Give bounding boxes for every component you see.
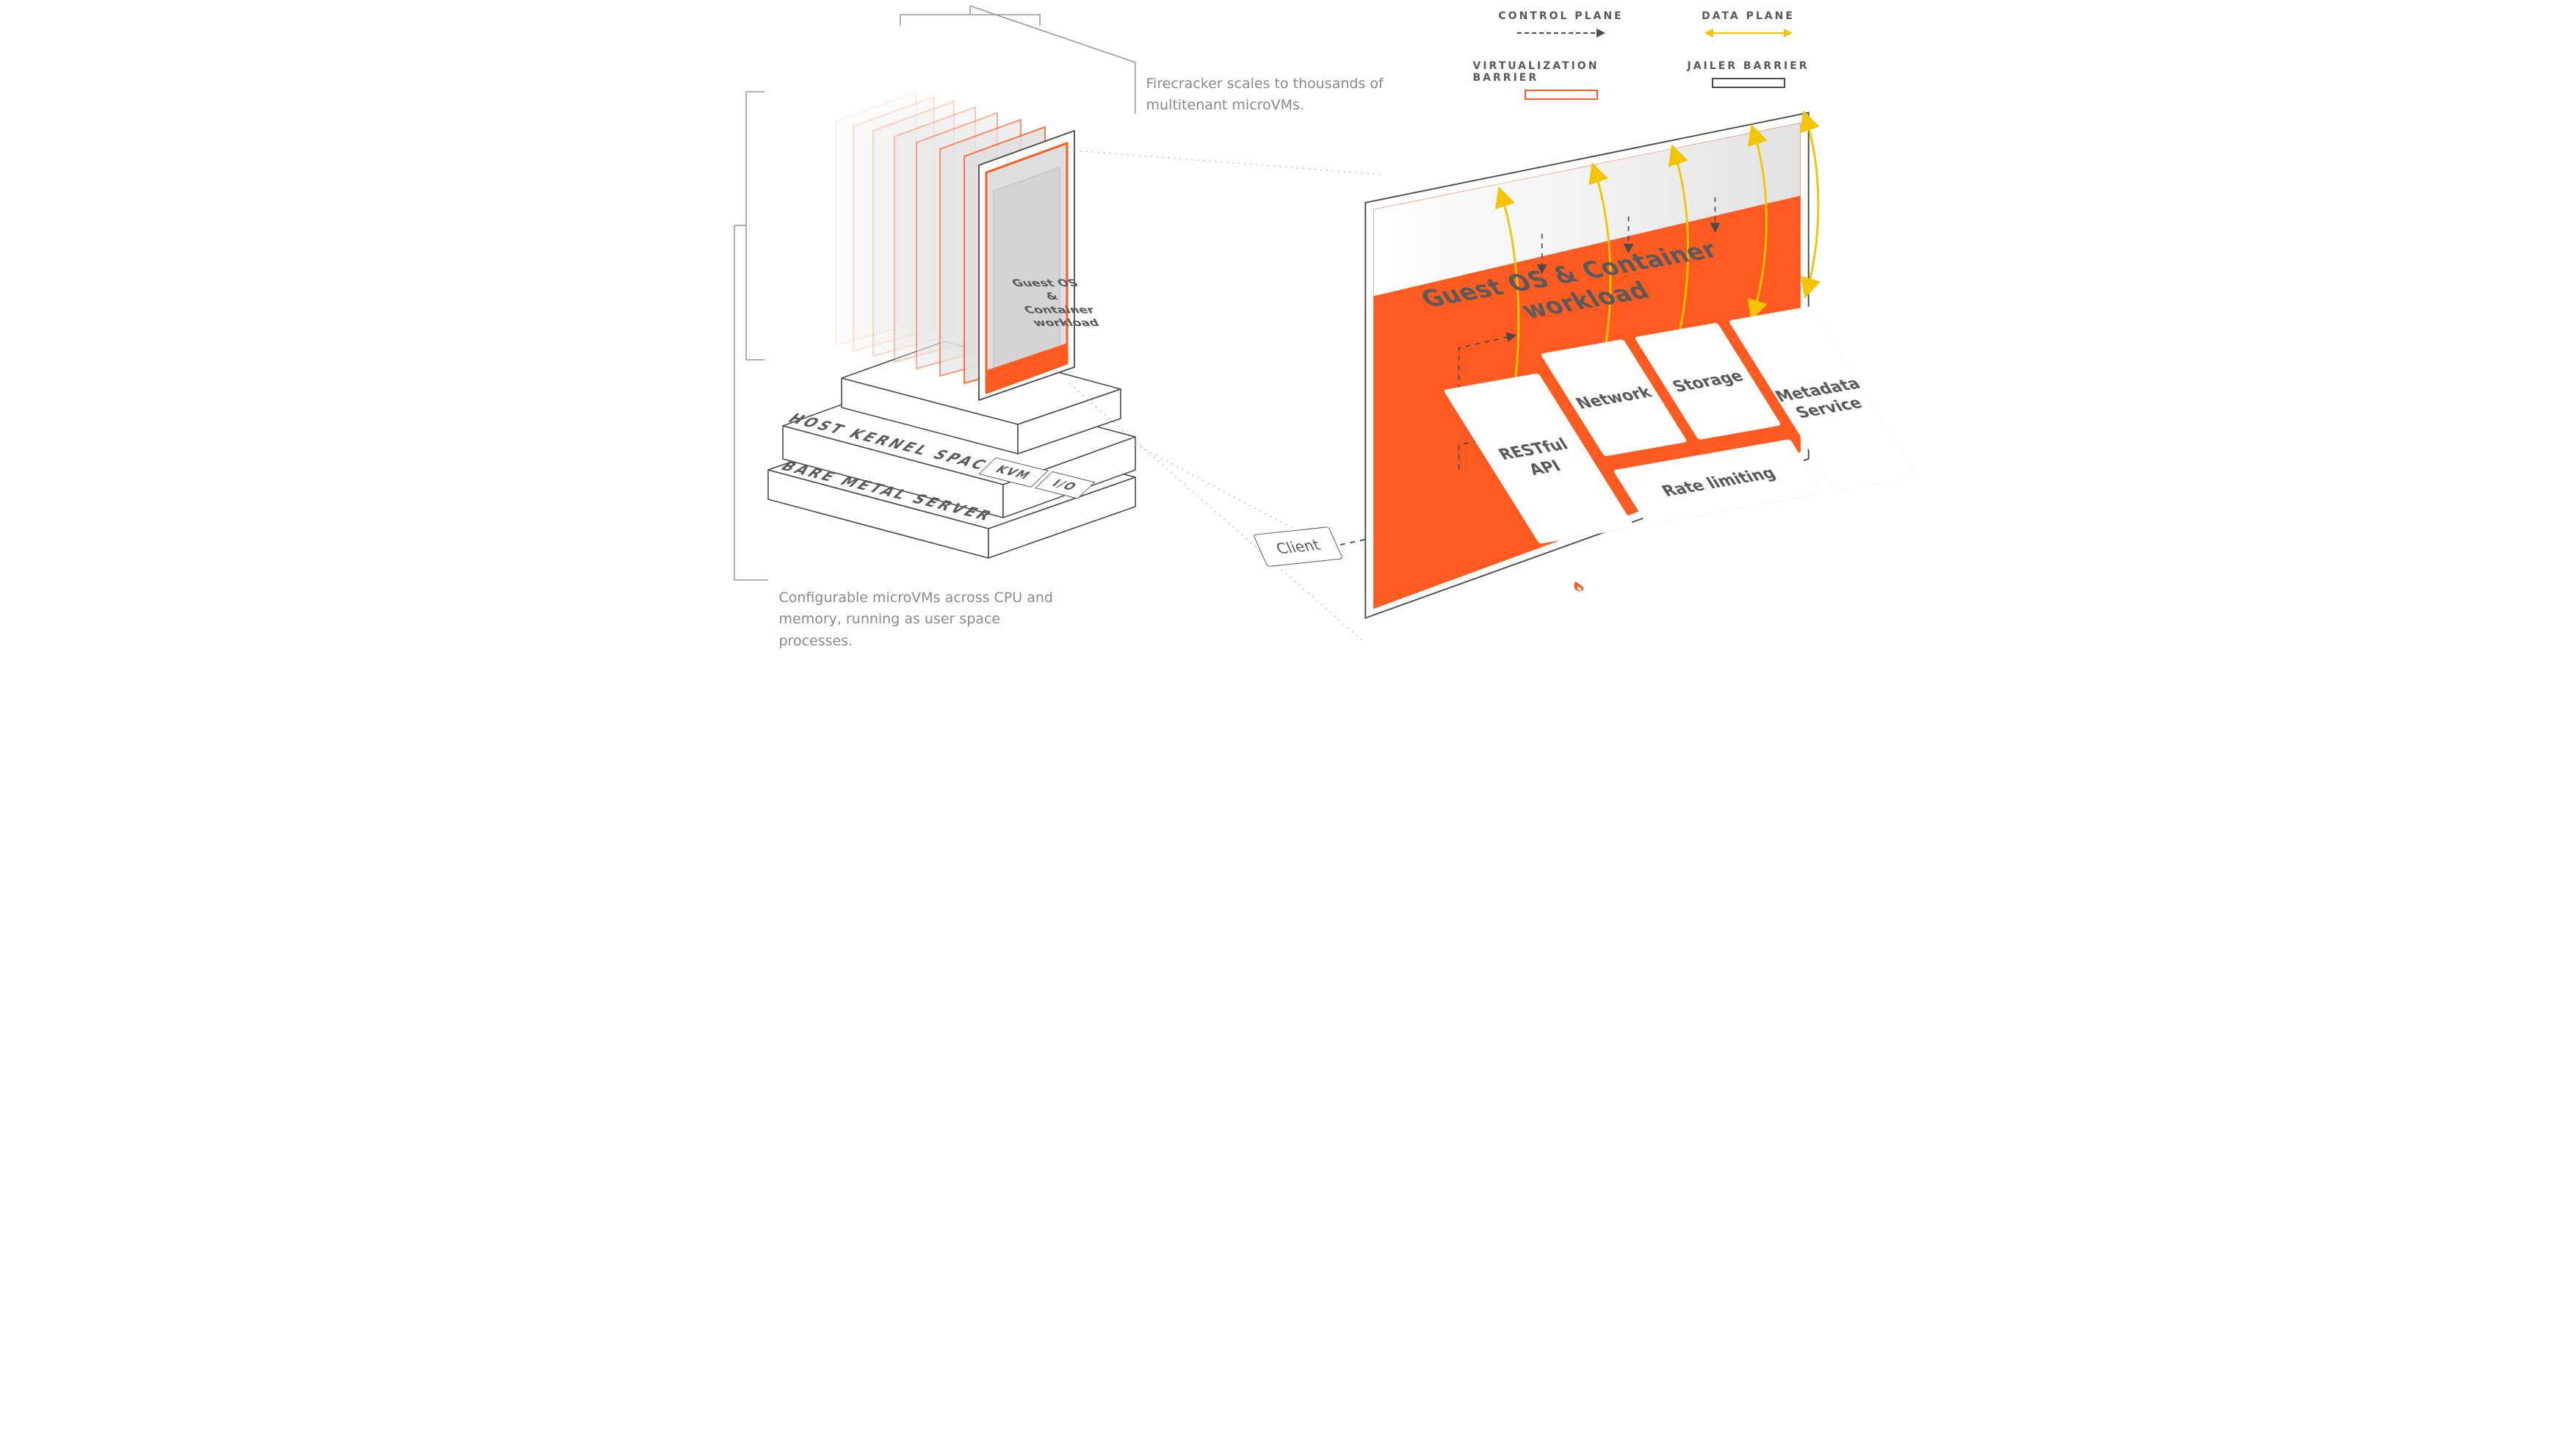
card-line: Guest OS xyxy=(1009,278,1080,289)
legend-label: JAILER BARRIER xyxy=(1687,60,1809,72)
legend-jailer-barrier: JAILER BARRIER xyxy=(1686,60,1811,100)
card-line: Container xyxy=(1021,304,1096,316)
card-line: workload xyxy=(1030,317,1102,329)
legend-label: DATA PLANE xyxy=(1702,10,1795,22)
virt-swatch-icon xyxy=(1525,90,1598,100)
client-box: Client xyxy=(1253,526,1343,567)
legend-label: CONTROL PLANE xyxy=(1498,10,1623,22)
firecracker-flame-icon xyxy=(1559,573,1596,599)
double-arrow-icon xyxy=(1704,28,1793,38)
card-line: & xyxy=(1043,291,1060,303)
legend: CONTROL PLANE DATA PLANE VIRTUALIZATION … xyxy=(1473,10,1811,100)
legend-virtualization-barrier: VIRTUALIZATION BARRIER xyxy=(1473,60,1649,100)
jailer-swatch-icon xyxy=(1712,78,1785,88)
legend-label: VIRTUALIZATION BARRIER xyxy=(1473,60,1649,84)
dashed-arrow-icon xyxy=(1517,28,1605,38)
diagram-stage: CONTROL PLANE DATA PLANE VIRTUALIZATION … xyxy=(724,0,1826,661)
legend-control-plane: CONTROL PLANE xyxy=(1473,10,1649,38)
firecracker-panel: Guest OS & Container workload RESTfulAPI… xyxy=(1352,154,1822,639)
tile-rate-limiting: Rate limiting xyxy=(1613,439,1824,525)
server-stack-illustration xyxy=(724,0,1282,661)
legend-data-plane: DATA PLANE xyxy=(1686,10,1811,38)
